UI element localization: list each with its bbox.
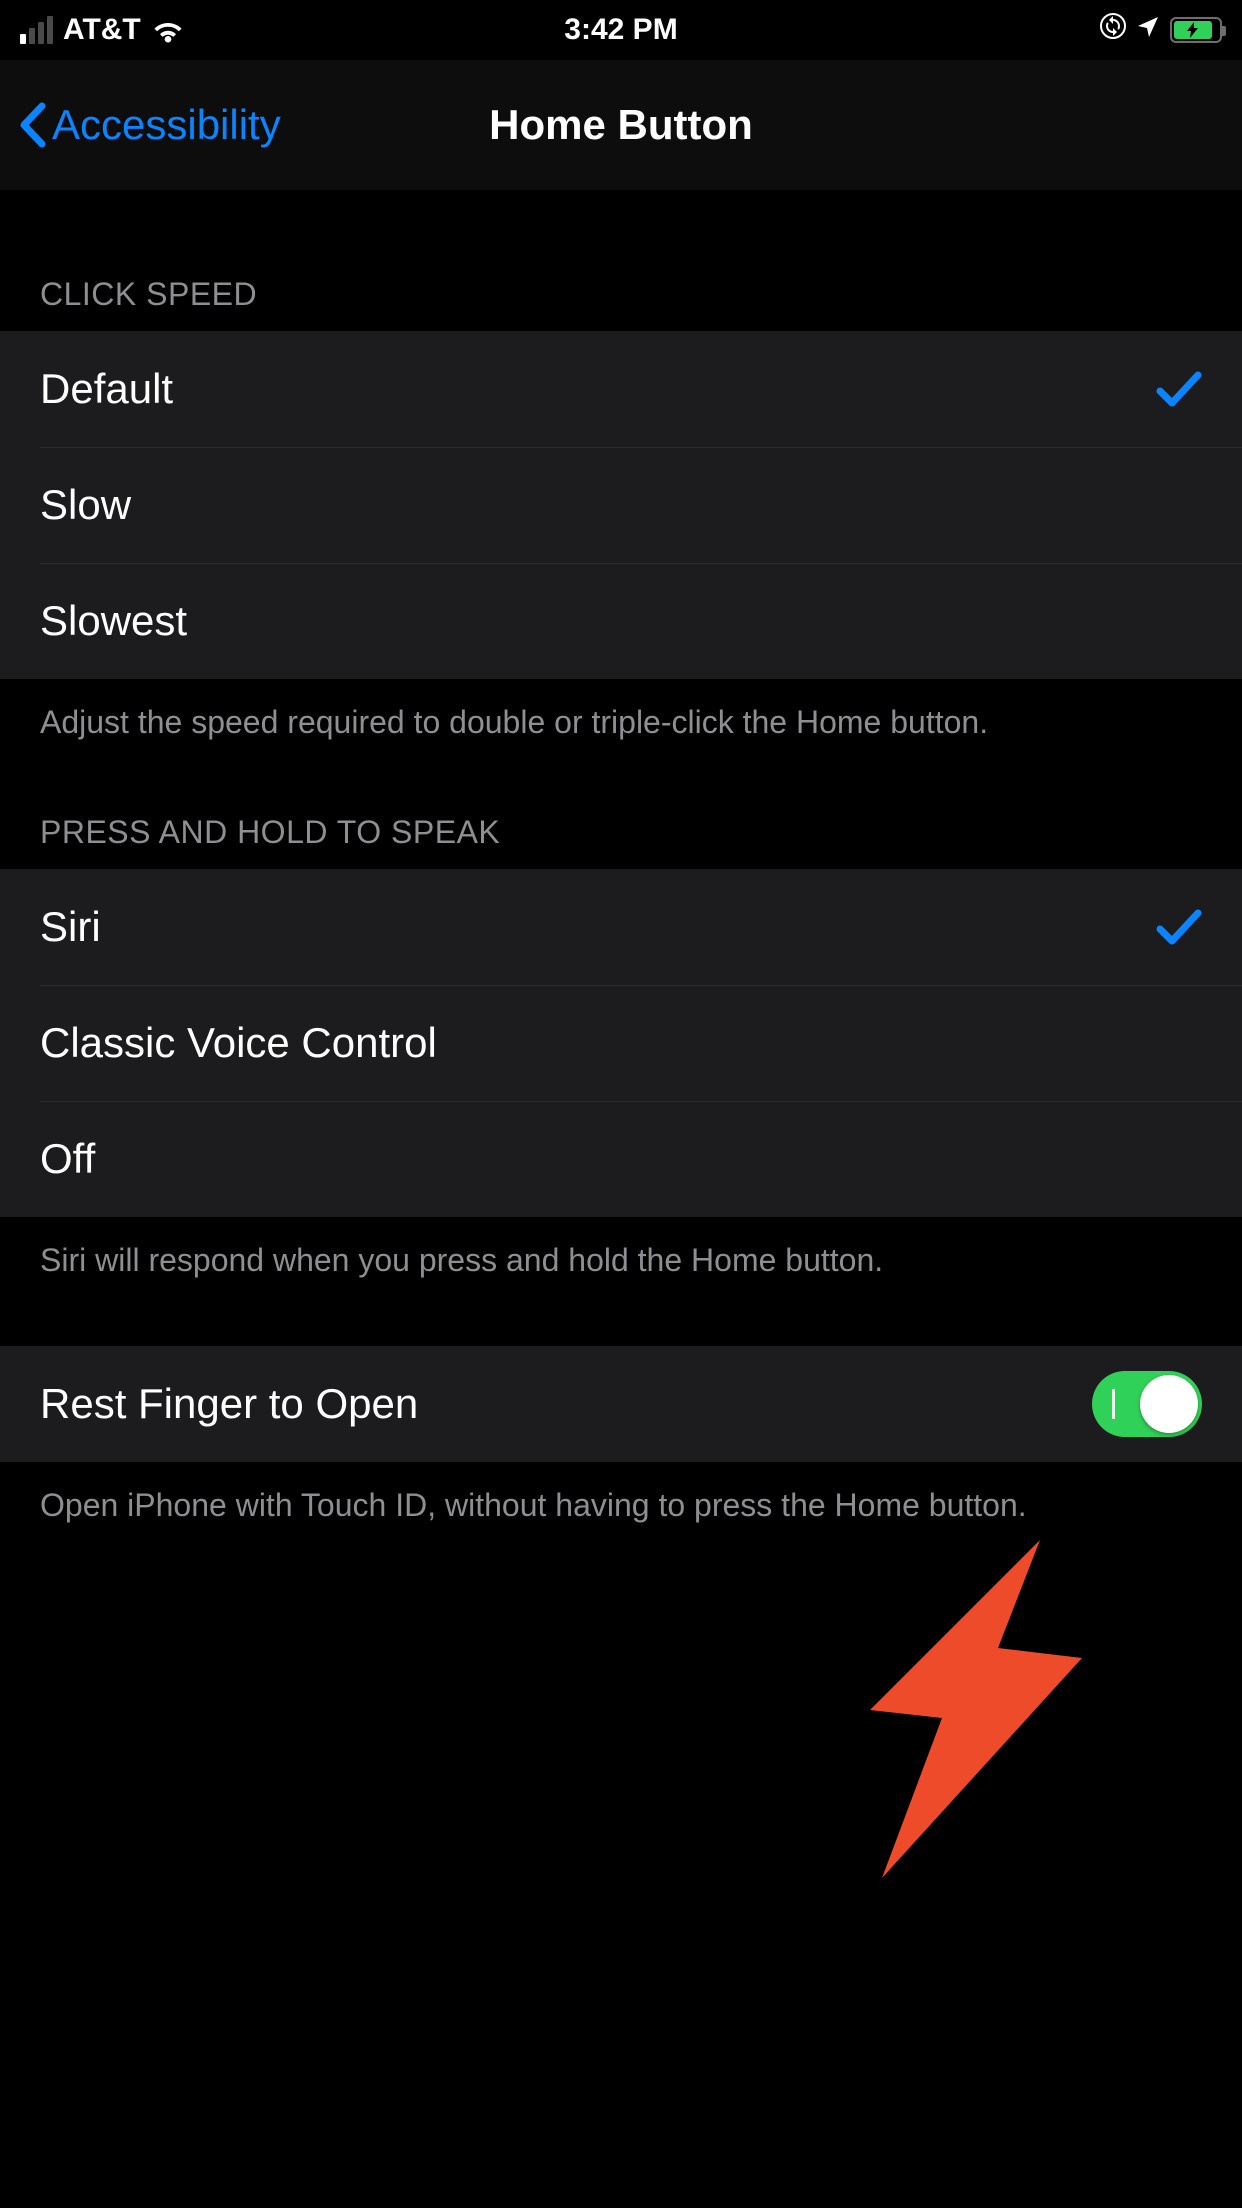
section-header-click-speed: CLICK SPEED [0, 190, 1242, 331]
row-click-speed-slow[interactable]: Slow [0, 447, 1242, 563]
row-rest-finger[interactable]: Rest Finger to Open [0, 1346, 1242, 1462]
checkmark-icon [1156, 907, 1202, 947]
rest-finger-toggle[interactable] [1092, 1371, 1202, 1437]
row-press-hold-siri[interactable]: Siri [0, 869, 1242, 985]
annotation-arrow-icon [830, 1530, 1090, 1895]
group-rest-finger: Rest Finger to Open [0, 1346, 1242, 1462]
nav-bar: Accessibility Home Button [0, 60, 1242, 190]
wifi-icon [151, 17, 185, 43]
page-title: Home Button [489, 101, 753, 149]
status-bar: AT&T 3:42 PM [0, 0, 1242, 60]
location-icon [1136, 13, 1160, 47]
row-label: Rest Finger to Open [40, 1380, 418, 1428]
group-press-hold: Siri Classic Voice Control Off [0, 869, 1242, 1217]
status-time: 3:42 PM [564, 13, 677, 47]
section-footer-rest-finger: Open iPhone with Touch ID, without havin… [0, 1462, 1242, 1527]
row-label: Off [40, 1135, 95, 1183]
group-click-speed: Default Slow Slowest [0, 331, 1242, 679]
section-footer-press-hold: Siri will respond when you press and hol… [0, 1217, 1242, 1282]
row-click-speed-default[interactable]: Default [0, 331, 1242, 447]
section-footer-click-speed: Adjust the speed required to double or t… [0, 679, 1242, 744]
section-header-press-hold: PRESS AND HOLD TO SPEAK [0, 744, 1242, 869]
row-press-hold-classic[interactable]: Classic Voice Control [0, 985, 1242, 1101]
row-label: Default [40, 365, 173, 413]
row-label: Slowest [40, 597, 187, 645]
row-label: Classic Voice Control [40, 1019, 437, 1067]
back-label: Accessibility [52, 101, 281, 149]
status-left: AT&T [20, 13, 185, 47]
status-right [1100, 13, 1222, 47]
checkmark-icon [1156, 369, 1202, 409]
row-press-hold-off[interactable]: Off [0, 1101, 1242, 1217]
row-click-speed-slowest[interactable]: Slowest [0, 563, 1242, 679]
carrier-label: AT&T [63, 13, 141, 47]
row-label: Siri [40, 903, 101, 951]
back-button[interactable]: Accessibility [0, 101, 281, 149]
cellular-signal-icon [20, 16, 53, 44]
row-label: Slow [40, 481, 131, 529]
battery-icon [1170, 17, 1222, 43]
chevron-left-icon [18, 102, 48, 148]
rotation-lock-icon [1100, 13, 1126, 47]
